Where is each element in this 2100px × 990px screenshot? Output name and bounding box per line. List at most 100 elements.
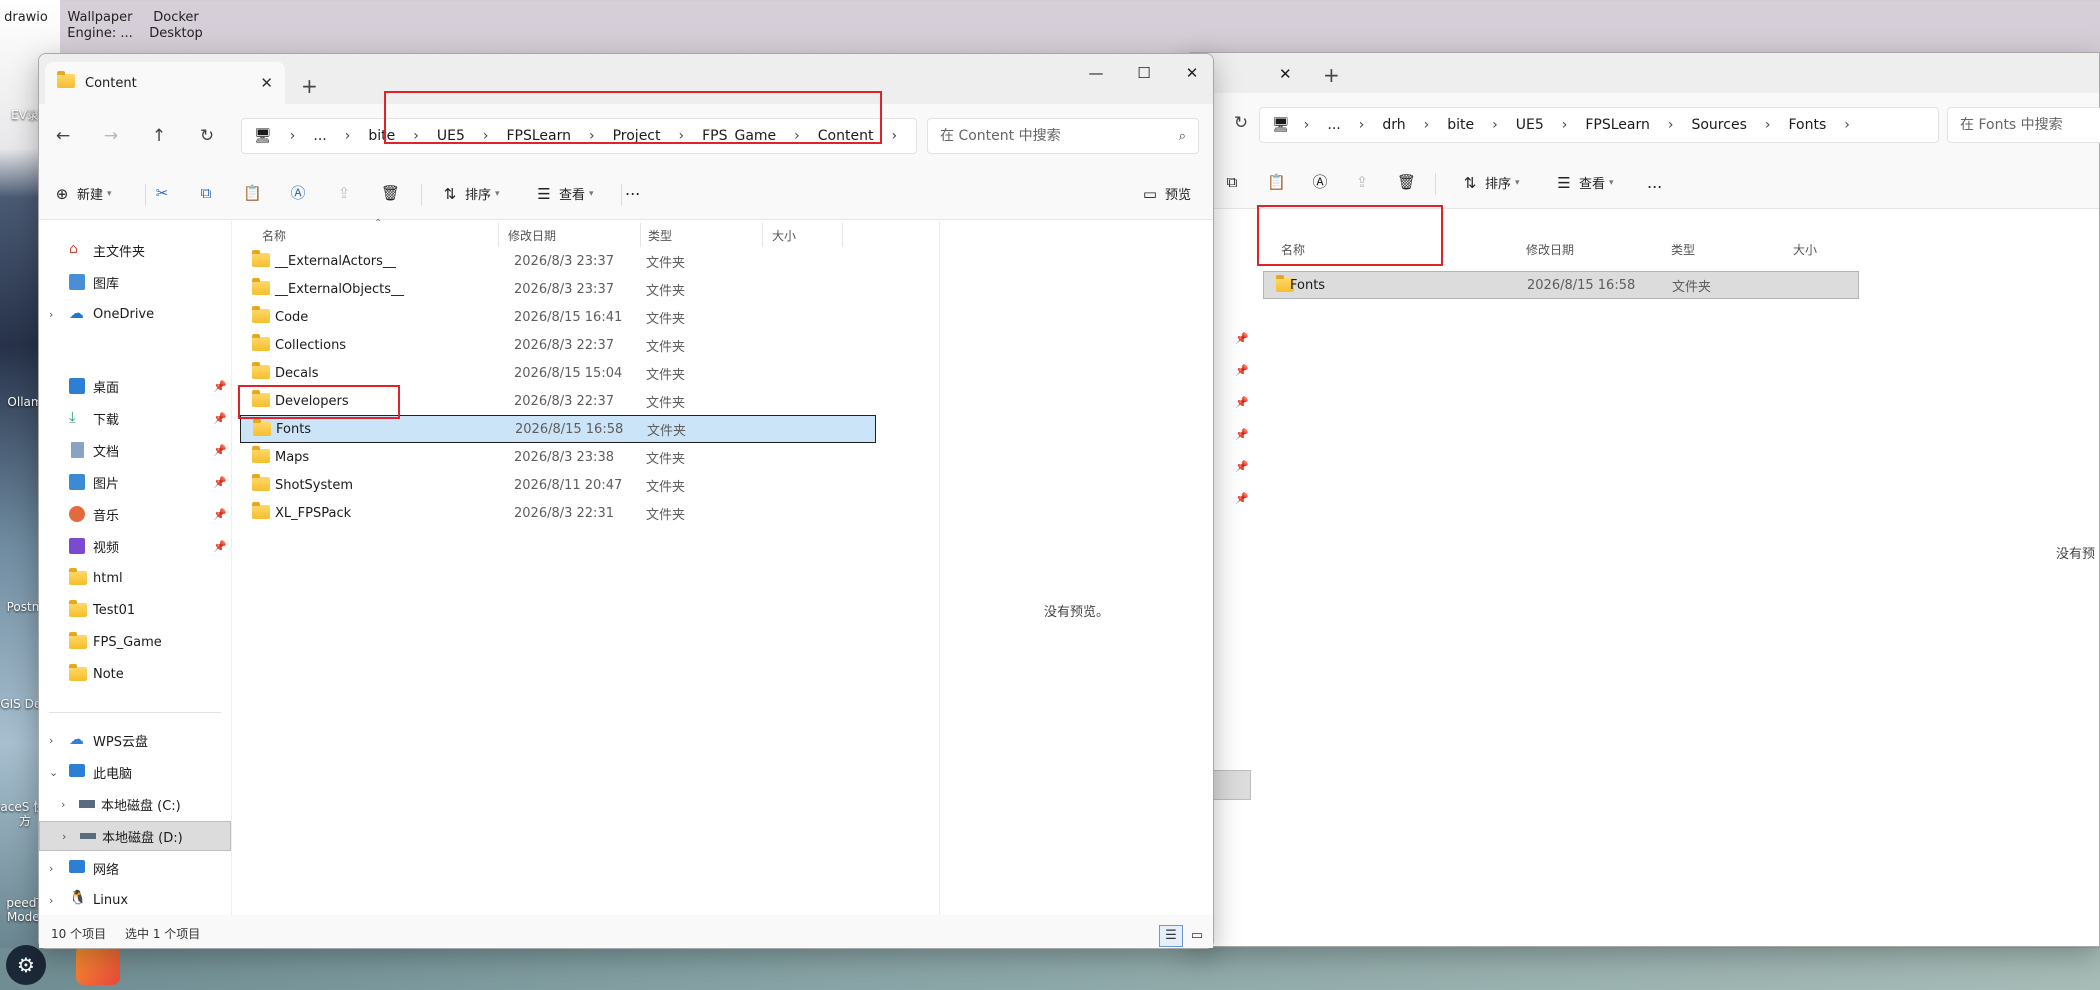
col-date[interactable]: 修改日期: [508, 227, 556, 244]
pin-icon[interactable]: 📌: [213, 380, 227, 393]
sidebar-item-note[interactable]: Note: [39, 659, 231, 689]
breadcrumb-fps-game[interactable]: FPS_Game: [702, 128, 776, 144]
sidebar-item-drive-c[interactable]: › 本地磁盘 (C:): [39, 789, 231, 819]
file-row[interactable]: Collections 2026/8/3 22:37 文件夹: [240, 331, 876, 359]
chevron-right-icon[interactable]: ›: [49, 308, 53, 321]
tab-close-button[interactable]: ✕: [1279, 65, 1292, 83]
sidebar-item-linux[interactable]: › 🐧 Linux: [39, 885, 231, 915]
breadcrumb-fpslearn[interactable]: FPSLearn: [1585, 117, 1650, 133]
chevron-right-icon[interactable]: ›: [62, 830, 66, 843]
more-button[interactable]: ...: [1647, 173, 1662, 192]
sidebar-item-desktop[interactable]: 桌面 📌: [39, 371, 231, 401]
sidebar-item-home[interactable]: ⌂ 主文件夹: [39, 235, 231, 265]
col-name[interactable]: 名称: [262, 227, 286, 244]
breadcrumb-ue5[interactable]: UE5: [1516, 117, 1544, 133]
forward-arrow-icon[interactable]: →: [99, 126, 123, 146]
breadcrumb-drh[interactable]: drh: [1382, 117, 1405, 133]
pin-icon[interactable]: 📌: [213, 508, 227, 521]
breadcrumb-sources[interactable]: Sources: [1691, 117, 1746, 133]
sidebar-item-downloads[interactable]: ⤓ 下载 📌: [39, 403, 231, 433]
sidebar-item-videos[interactable]: 视频 📌: [39, 531, 231, 561]
paste-icon[interactable]: 📋: [243, 184, 267, 202]
sidebar-item-html[interactable]: html: [39, 563, 231, 593]
copy-icon[interactable]: ⧉: [197, 184, 221, 202]
file-row[interactable]: __ExternalActors__ 2026/8/3 23:37 文件夹: [240, 247, 876, 275]
preview-button[interactable]: ▭ 预览: [1141, 184, 1191, 204]
sidebar-item-test01[interactable]: Test01: [39, 595, 231, 625]
tab-content[interactable]: Content ✕: [45, 62, 285, 104]
refresh-icon[interactable]: ↻: [1229, 113, 1253, 133]
cut-icon[interactable]: ✂: [153, 184, 177, 202]
chevron-right-icon[interactable]: ›: [61, 798, 65, 811]
new-tab-button[interactable]: +: [1323, 63, 1340, 87]
pin-icon[interactable]: 📌: [213, 444, 227, 457]
rename-icon[interactable]: Ⓐ: [289, 184, 313, 202]
search-icon[interactable]: ⌕: [1179, 129, 1186, 144]
back-arrow-icon[interactable]: ←: [51, 126, 75, 146]
details-view-icon[interactable]: ☰: [1159, 925, 1183, 947]
new-tab-button[interactable]: +: [301, 74, 318, 98]
share-icon[interactable]: ⇪: [1353, 173, 1377, 191]
close-button[interactable]: ✕: [1169, 64, 1215, 82]
sidebar-item-fps-game[interactable]: FPS_Game: [39, 627, 231, 657]
sidebar-item-onedrive[interactable]: › ☁ OneDrive: [39, 299, 231, 329]
sidebar-item-documents[interactable]: 文档 📌: [39, 435, 231, 465]
view-button[interactable]: ☰ 查看 ▾: [535, 184, 593, 204]
sidebar-item-drive-d[interactable]: › 本地磁盘 (D:): [39, 821, 231, 851]
up-arrow-icon[interactable]: ↑: [147, 126, 171, 146]
col-type[interactable]: 类型: [648, 227, 672, 244]
file-row[interactable]: XL_FPSPack 2026/8/3 22:31 文件夹: [240, 499, 876, 527]
app-icon-orange[interactable]: [76, 945, 120, 985]
rename-icon[interactable]: Ⓐ: [1311, 173, 1335, 191]
new-button[interactable]: ⊕ 新建 ▾: [53, 184, 112, 204]
breadcrumb-bite[interactable]: bite: [368, 128, 395, 144]
pin-icon[interactable]: 📌: [213, 540, 227, 553]
pin-icon[interactable]: 📌: [213, 412, 227, 425]
chevron-down-icon[interactable]: ⌄: [49, 766, 58, 779]
col-type[interactable]: 类型: [1671, 241, 1695, 258]
tiles-view-icon[interactable]: ▭: [1185, 925, 1209, 947]
paste-icon[interactable]: 📋: [1267, 173, 1291, 191]
col-size[interactable]: 大小: [1793, 241, 1817, 258]
chevron-right-icon[interactable]: ›: [49, 734, 53, 747]
more-button[interactable]: ...: [625, 180, 640, 199]
share-icon[interactable]: ⇪: [335, 184, 359, 202]
search-input[interactable]: [1960, 117, 2100, 133]
desktop-icon-docker[interactable]: Docker Desktop: [136, 10, 216, 42]
view-button[interactable]: ☰ 查看 ▾: [1555, 173, 1613, 193]
steam-icon[interactable]: ⚙: [6, 945, 46, 985]
breadcrumb-fpslearn[interactable]: FPSLearn: [506, 128, 571, 144]
search-box[interactable]: ⌕: [927, 118, 1199, 154]
refresh-icon[interactable]: ↻: [195, 126, 219, 146]
breadcrumb-project[interactable]: Project: [613, 128, 661, 144]
pin-icon[interactable]: 📌: [213, 476, 227, 489]
tab-close-button[interactable]: ✕: [260, 74, 273, 92]
file-row-selected[interactable]: Fonts 2026/8/15 16:58 文件夹: [240, 415, 876, 443]
delete-icon[interactable]: 🗑: [381, 184, 405, 202]
minimize-button[interactable]: —: [1073, 64, 1119, 82]
breadcrumb-more[interactable]: ...: [1327, 117, 1340, 133]
address-bar[interactable]: 🖥 › ... › bite › UE5 › FPSLearn › Project › F…: [241, 118, 917, 154]
copy-icon[interactable]: ⧉: [1223, 173, 1247, 191]
col-name[interactable]: 名称: [1281, 241, 1305, 258]
breadcrumb-more[interactable]: ...: [313, 128, 326, 144]
file-row[interactable]: Decals 2026/8/15 15:04 文件夹: [240, 359, 876, 387]
sidebar-item-network[interactable]: › 网络: [39, 853, 231, 883]
sidebar-item-wps[interactable]: › ☁ WPS云盘: [39, 725, 231, 755]
sort-button[interactable]: ⇅ 排序 ▾: [1461, 173, 1520, 193]
breadcrumb-bite[interactable]: bite: [1447, 117, 1474, 133]
col-size[interactable]: 大小: [772, 227, 796, 244]
file-row[interactable]: __ExternalObjects__ 2026/8/3 23:37 文件夹: [240, 275, 876, 303]
sidebar-item-music[interactable]: 音乐 📌: [39, 499, 231, 529]
maximize-button[interactable]: ☐: [1121, 64, 1167, 82]
search-input[interactable]: [940, 128, 1179, 144]
file-row[interactable]: ShotSystem 2026/8/11 20:47 文件夹: [240, 471, 876, 499]
chevron-right-icon[interactable]: ›: [49, 862, 53, 875]
sidebar-item-this-pc[interactable]: ⌄ 此电脑: [39, 757, 231, 787]
file-row[interactable]: Developers 2026/8/3 22:37 文件夹: [240, 387, 876, 415]
breadcrumb-fonts[interactable]: Fonts: [1788, 117, 1826, 133]
delete-icon[interactable]: 🗑: [1397, 173, 1421, 191]
breadcrumb-ue5[interactable]: UE5: [437, 128, 465, 144]
sidebar-item-pictures[interactable]: 图片 📌: [39, 467, 231, 497]
desktop-icon-wallpaper-engine[interactable]: Wallpaper Engine: ...: [60, 10, 140, 42]
